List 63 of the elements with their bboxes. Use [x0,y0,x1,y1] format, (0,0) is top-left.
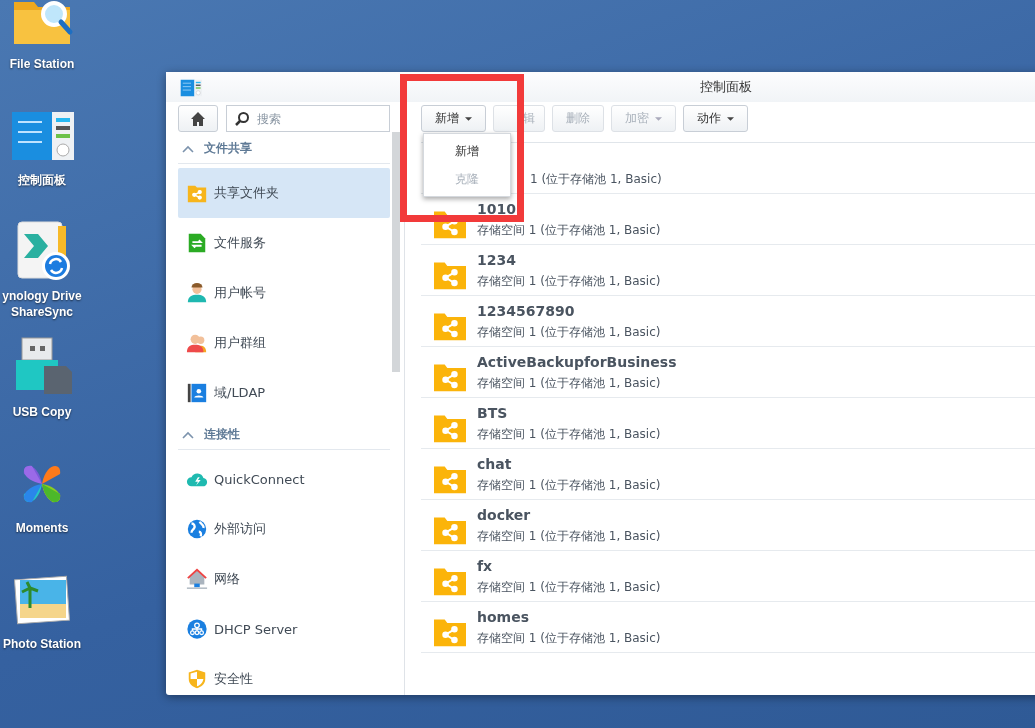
desktop-shortcut[interactable]: Moments [0,442,84,558]
folder-name: 1010 [477,200,517,219]
scrollbar[interactable] [392,132,400,372]
desktop-shortcut[interactable]: USB Copy [0,326,84,442]
toolbar-button[interactable]: 动作 [683,105,748,132]
desktop-shortcut[interactable]: File Station [0,0,84,94]
folder-name: chat [477,455,513,474]
sidebar-item[interactable]: 安全性 [178,654,390,704]
folder-location: 1 (位于存储池 1, Basic) [529,171,662,188]
desktop-shortcut[interactable]: ynology Drive ShareSync [0,210,84,326]
sidebar-item[interactable]: 文件服务 [178,218,390,268]
folder-location: 存储空间 1 (位于存储池 1, Basic) [477,273,661,290]
chevron-up-icon [182,144,194,153]
shared-folder-icon [434,566,466,596]
folder-location: 存储空间 1 (位于存储池 1, Basic) [477,375,662,392]
folder-location: 存储空间 1 (位于存储池 1, Basic) [477,477,661,494]
window-title: 控制面板 [700,78,752,96]
folder-location: 存储空间 1 (位于存储池 1, Basic) [477,579,661,596]
sidebar-item[interactable]: 域/LDAP [178,368,390,418]
shield-icon [186,668,208,690]
sidebar-item[interactable]: 用户帐号 [178,268,390,318]
sidebar-item[interactable]: 外部访问 [178,504,390,554]
folder-location: 存储空间 1 (位于存储池 1, Basic) [477,630,661,647]
two-people-icon [186,332,208,354]
folder-location: 存储空间 1 (位于存储池 1, Basic) [477,528,661,545]
exchange-arrows-icon [186,232,208,254]
sidebar-item[interactable]: DHCP Server [178,604,390,654]
shared-folder-icon [434,362,466,392]
sidebar-item[interactable]: 共享文件夹 [178,168,390,218]
shared-folder-icon [434,311,466,341]
shared-folder-icon [434,260,466,290]
folder-name: BTS [477,404,509,423]
chevron-up-icon [182,430,194,439]
desktop-shortcut[interactable]: Photo Station [0,558,84,674]
desktop-shortcut[interactable]: 控制面板 [0,94,84,210]
folder-name: 1234 [477,251,517,270]
person-icon [186,282,208,304]
globe-icon [186,518,208,540]
home-button[interactable] [178,105,218,132]
home-icon [190,110,206,127]
house-network-icon [186,568,208,590]
folder-name: 1234567890 [477,302,576,321]
folder-name: ActiveBackupforBusiness [477,353,677,372]
folder-name: fx [477,557,494,576]
menu-item[interactable]: 新增 [424,137,510,165]
search-field[interactable]: 搜索 [226,105,390,132]
shared-folder-icon [434,464,466,494]
folder-location: 存储空间 1 (位于存储池 1, Basic) [477,222,661,239]
shared-folder-icon [434,413,466,443]
shared-folder-icon [434,515,466,545]
shared-folder-icon [434,617,466,647]
folder-name: homes [477,608,530,627]
sidebar-item[interactable]: 网络 [178,554,390,604]
sidebar-item[interactable]: 用户群组 [178,318,390,368]
section-header[interactable]: 文件共享 [178,134,390,164]
section-header[interactable]: 连接性 [178,420,390,450]
sidebar-item[interactable]: QuickConnect [178,454,390,504]
toolbar-button[interactable]: 新增 [421,105,486,132]
folder-name: docker [477,506,532,525]
folder-location: 存储空间 1 (位于存储池 1, Basic) [477,324,661,341]
network-nodes-icon [186,618,208,640]
contact-book-icon [186,382,208,404]
folder-location: 存储空间 1 (位于存储池 1, Basic) [477,426,661,443]
